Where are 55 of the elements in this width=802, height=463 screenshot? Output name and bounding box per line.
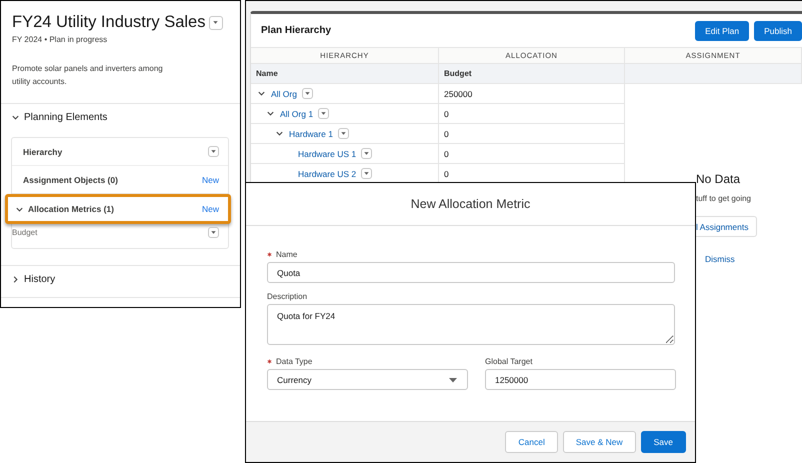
budget-cell: 0 xyxy=(439,123,625,143)
column-header: Budget xyxy=(439,63,625,83)
plan-status: FY 2024 • Plan in progress xyxy=(11,34,108,44)
row-menu-button[interactable] xyxy=(302,88,313,99)
field-label: Description xyxy=(267,292,308,301)
row-menu-button[interactable] xyxy=(338,128,349,139)
new-link[interactable]: New xyxy=(202,174,219,184)
select-field[interactable]: Currency xyxy=(267,369,468,390)
chevron-down-icon[interactable] xyxy=(266,109,275,118)
modal-button[interactable]: Save xyxy=(640,431,686,453)
row-menu-button[interactable] xyxy=(361,168,372,179)
input-field[interactable]: 1250000 xyxy=(485,369,676,390)
column-header: Name xyxy=(251,63,439,83)
chevron-right-icon[interactable] xyxy=(11,275,20,284)
dropdown-button[interactable] xyxy=(208,227,219,238)
field-label: Name xyxy=(276,250,298,259)
element-label[interactable]: Hierarchy xyxy=(23,146,204,156)
element-label[interactable]: Allocation Metrics (1) xyxy=(28,204,198,214)
dismiss-link[interactable]: Dismiss xyxy=(705,254,735,264)
node-link[interactable]: All Org xyxy=(271,88,297,98)
node-link[interactable]: Hardware 1 xyxy=(289,128,333,138)
modal-title: New Allocation Metric xyxy=(246,183,695,226)
modal-button[interactable]: Save & New xyxy=(562,431,636,453)
element-label[interactable]: Assignment Objects (0) xyxy=(23,174,198,184)
plan-title: FY24 Utility Industry Sales xyxy=(12,13,206,32)
section-header[interactable]: Planning Elements xyxy=(24,112,108,123)
input-field[interactable]: Quota xyxy=(267,262,675,283)
node-link[interactable]: Hardware US 2 xyxy=(298,168,356,178)
section-header[interactable]: History xyxy=(24,274,56,285)
budget-cell: 0 xyxy=(439,143,625,163)
field-label: Data Type xyxy=(276,357,312,366)
row-menu-button[interactable] xyxy=(361,148,372,159)
node-link[interactable]: Hardware US 1 xyxy=(298,148,356,158)
chevron-down-icon[interactable] xyxy=(275,129,284,138)
header-button[interactable]: Edit Plan xyxy=(695,20,750,40)
field-label: Global Target xyxy=(485,357,532,366)
chevron-down-icon[interactable] xyxy=(257,89,266,98)
dropdown-button[interactable] xyxy=(208,146,219,157)
modal-button[interactable]: Cancel xyxy=(505,431,558,453)
budget-cell: 250000 xyxy=(439,83,625,103)
metric-name: Budget xyxy=(12,228,38,237)
new-link[interactable]: New xyxy=(202,204,219,214)
text-area[interactable]: Quota for FY24 xyxy=(267,304,675,345)
required-icon xyxy=(267,252,272,257)
header-button[interactable]: Publish xyxy=(754,20,802,40)
empty-title: No Data xyxy=(696,172,740,186)
budget-cell: 0 xyxy=(439,103,625,123)
plan-description: Promote solar panels and inverters among utility accounts. xyxy=(1,44,240,104)
node-link[interactable]: All Org 1 xyxy=(280,108,314,118)
row-menu-button[interactable] xyxy=(318,108,330,119)
chevron-down-icon[interactable] xyxy=(11,113,20,122)
empty-message: tuff to get going xyxy=(696,194,752,203)
dropdown-button[interactable] xyxy=(208,16,222,30)
card-title: Plan Hierarchy xyxy=(261,25,332,36)
required-icon xyxy=(267,359,272,364)
